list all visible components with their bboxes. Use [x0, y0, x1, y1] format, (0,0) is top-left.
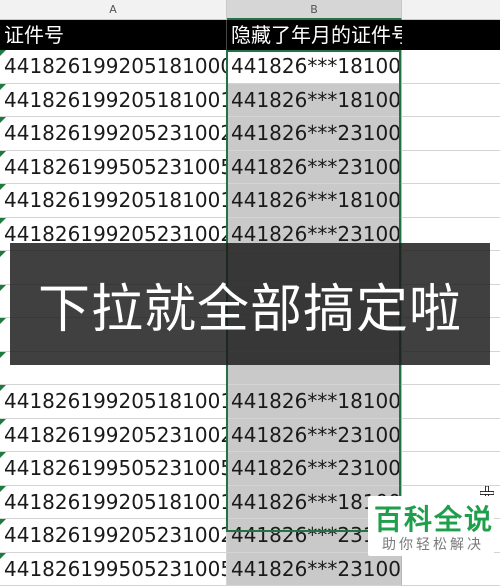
table-header-row: 证件号 隐藏了年月的证件号: [0, 20, 500, 50]
cell-masked-id[interactable]: 441826***231005: [227, 452, 402, 486]
number-as-text-indicator-icon: [0, 318, 6, 324]
cell-id-number[interactable]: 441826199205181001: [0, 385, 227, 419]
table-row: 441826199505231005 441826***231005: [0, 452, 500, 486]
cell-empty[interactable]: [402, 117, 500, 151]
watermark-title: 百科全说: [374, 498, 494, 538]
number-as-text-indicator-icon: [0, 218, 6, 224]
number-as-text-indicator-icon: [0, 117, 6, 123]
cell-id-number[interactable]: 441826199205181000: [0, 50, 227, 84]
cell-text: 441826199505231005: [4, 557, 227, 581]
number-as-text-indicator-icon: [0, 486, 6, 492]
column-header-b[interactable]: B: [227, 0, 402, 20]
cell-id-number[interactable]: 441826199205231002: [0, 117, 227, 151]
cell-masked-id[interactable]: 441826***231005: [227, 151, 402, 185]
cell-text: 441826199205181001: [4, 490, 227, 514]
cell-id-number[interactable]: 441826199505231005: [0, 553, 227, 586]
cell-masked-id[interactable]: 441826***181001: [227, 84, 402, 118]
cell-empty[interactable]: [402, 385, 500, 419]
cell-text: 441826199505231005: [4, 155, 227, 179]
number-as-text-indicator-icon: [0, 385, 6, 391]
number-as-text-indicator-icon: [0, 352, 6, 358]
table-row: 441826199205231002 441826***231002: [0, 117, 500, 151]
table-row: 441826199505231005 441826***231005: [0, 151, 500, 185]
table-row: 441826199205181001 441826***181001: [0, 385, 500, 419]
cell-masked-id[interactable]: 441826***181001: [227, 385, 402, 419]
cell-text: 441826199205231002: [4, 523, 227, 547]
table-row: 441826199505231005 441826***231005: [0, 553, 500, 586]
number-as-text-indicator-icon: [0, 50, 6, 56]
cell-masked-id[interactable]: 441826***231002: [227, 117, 402, 151]
cell-empty[interactable]: [402, 184, 500, 218]
cell-empty[interactable]: [402, 151, 500, 185]
cell-masked-id[interactable]: 441826***231002: [227, 419, 402, 453]
cell-id-number[interactable]: 441826199205231002: [0, 419, 227, 453]
cell-id-number[interactable]: 441826199205181001: [0, 84, 227, 118]
cell-masked-id[interactable]: 441826***181000: [227, 50, 402, 84]
cell-masked-id[interactable]: 441826***231005: [227, 553, 402, 586]
table-row: 441826199205231002 441826***231002: [0, 419, 500, 453]
caption-text: 下拉就全部搞定啦: [38, 267, 462, 342]
cell-text: 441826199205181000: [4, 54, 227, 78]
number-as-text-indicator-icon: [0, 184, 6, 190]
number-as-text-indicator-icon: [0, 251, 6, 257]
cell-masked-id[interactable]: 441826***181001: [227, 184, 402, 218]
number-as-text-indicator-icon: [0, 84, 6, 90]
table-row: 441826199205181000 441826***181000: [0, 50, 500, 84]
cell-empty[interactable]: [402, 50, 500, 84]
cell-id-number[interactable]: 441826199505231005: [0, 151, 227, 185]
watermark-logo: 百科全说 助你轻松解决: [368, 496, 494, 556]
header-cell-empty[interactable]: [402, 20, 500, 50]
cell-text: 441826199205181001: [4, 88, 227, 112]
table-row: 441826199205181001 441826***181001: [0, 84, 500, 118]
cell-text: 441826199205181001: [4, 188, 227, 212]
cell-id-number[interactable]: 441826199205181001: [0, 184, 227, 218]
cell-text: 441826199205181001: [4, 389, 227, 413]
cell-empty[interactable]: [402, 419, 500, 453]
number-as-text-indicator-icon: [0, 285, 6, 291]
cell-id-number[interactable]: 441826199505231005: [0, 452, 227, 486]
cell-text: 441826199205231002: [4, 121, 227, 145]
cell-text: 441826199205231002: [4, 222, 227, 246]
header-cell-masked-id[interactable]: 隐藏了年月的证件号: [227, 20, 402, 50]
column-header-c[interactable]: [402, 0, 500, 20]
cell-empty[interactable]: [402, 553, 500, 586]
cell-text: 441826199205231002: [4, 423, 227, 447]
caption-banner: 下拉就全部搞定啦: [10, 243, 490, 365]
header-cell-id-number[interactable]: 证件号: [0, 20, 227, 50]
cell-empty[interactable]: [402, 84, 500, 118]
watermark-subtitle: 助你轻松解决: [382, 534, 484, 554]
cell-text: 441826199505231005: [4, 456, 227, 480]
spreadsheet: A B 证件号 隐藏了年月的证件号 441826199205181000 441…: [0, 0, 500, 560]
table-row: 441826199205181001 441826***181001: [0, 184, 500, 218]
cell-id-number[interactable]: 441826199205231002: [0, 519, 227, 553]
cell-empty[interactable]: [402, 452, 500, 486]
cell-id-number[interactable]: 441826199205181001: [0, 486, 227, 520]
column-header-row: A B: [0, 0, 500, 20]
number-as-text-indicator-icon: [0, 553, 6, 559]
number-as-text-indicator-icon: [0, 519, 6, 525]
number-as-text-indicator-icon: [0, 452, 6, 458]
column-header-a[interactable]: A: [0, 0, 227, 20]
number-as-text-indicator-icon: [0, 151, 6, 157]
number-as-text-indicator-icon: [0, 419, 6, 425]
